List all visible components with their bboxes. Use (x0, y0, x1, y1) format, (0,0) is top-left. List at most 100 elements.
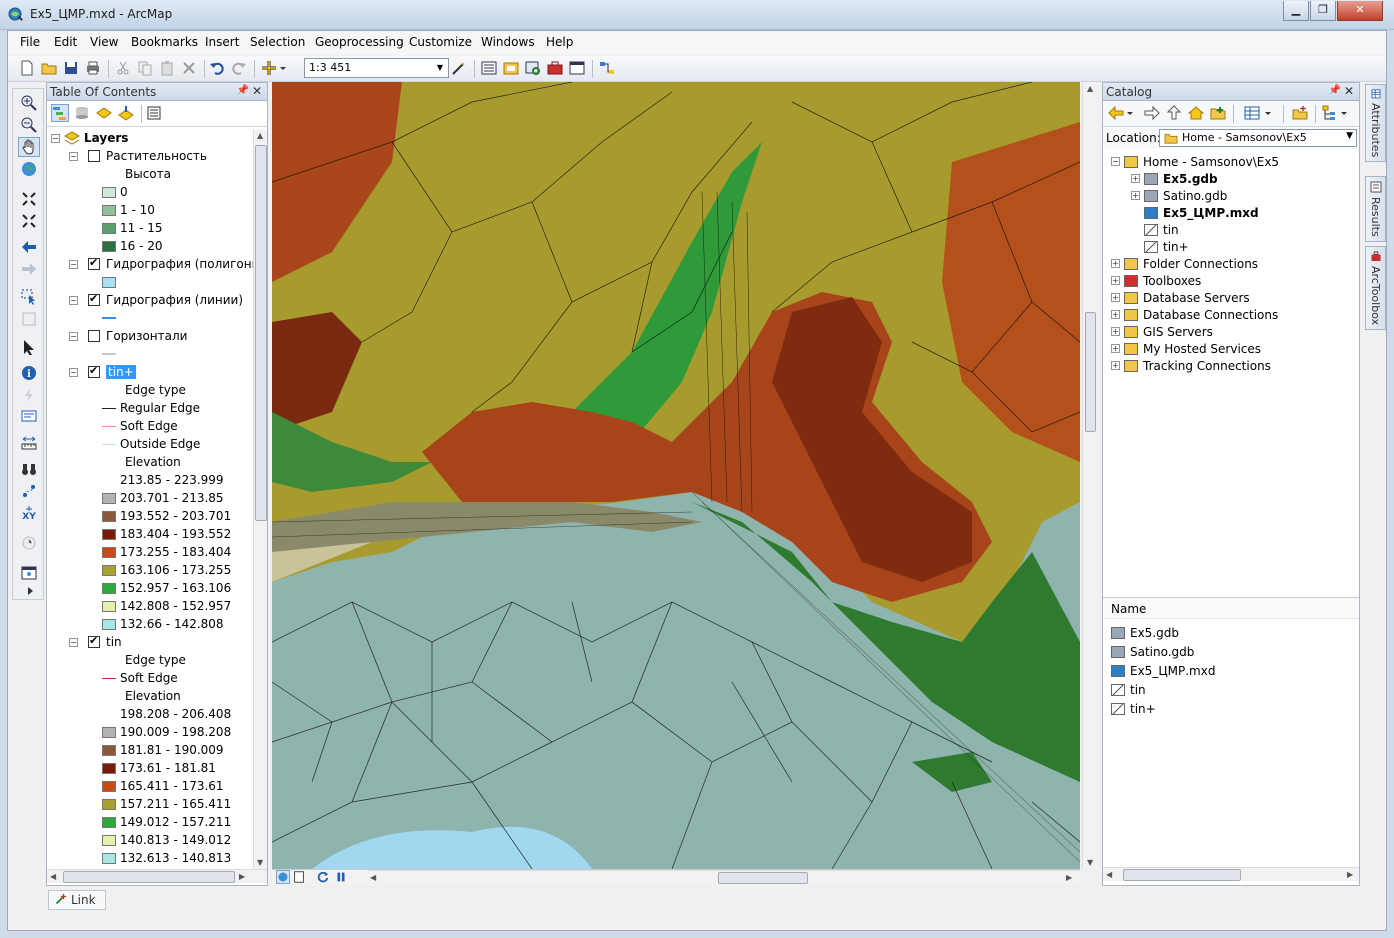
open-button[interactable] (40, 59, 58, 77)
tab-results[interactable]: Results (1365, 176, 1386, 242)
layer-visibility-checkbox[interactable] (88, 364, 100, 378)
location-combobox[interactable]: Home - Samsonov\Ex5 ▼ (1159, 129, 1357, 147)
layer-row[interactable]: − tin (47, 633, 122, 651)
collapse-icon[interactable]: − (69, 331, 78, 341)
new-item-button[interactable] (1291, 104, 1309, 122)
scroll-left-arrow-icon[interactable]: ◀ (50, 872, 56, 881)
collapse-icon[interactable]: − (69, 259, 78, 269)
scroll-down-arrow-icon[interactable]: ▼ (257, 858, 263, 867)
layer-row[interactable]: − Растительность (47, 147, 207, 165)
catalog-options-dropdown[interactable] (1339, 104, 1349, 122)
layout-view-button[interactable] (292, 870, 306, 884)
contents-list-item[interactable]: Ex5.gdb (1111, 624, 1179, 641)
python-window-button[interactable] (568, 59, 586, 77)
collapse-icon[interactable]: − (69, 295, 78, 305)
list-by-drawing-order-button[interactable] (51, 104, 69, 122)
measure-tool[interactable] (18, 433, 40, 453)
home-folder-button[interactable] (1187, 104, 1205, 122)
catalog-tree-item[interactable]: − Home - Samsonov\Ex5 (1111, 153, 1279, 170)
catalog-options-button[interactable] (1321, 104, 1339, 122)
zoom-out-tool[interactable] (18, 115, 40, 135)
cut-button[interactable] (114, 59, 132, 77)
collapse-icon[interactable]: − (69, 367, 78, 377)
catalog-horizontal-scrollbar[interactable]: ◀ ▶ (1103, 867, 1359, 881)
map-display[interactable] (272, 82, 1080, 869)
zoom-in-tool[interactable] (18, 93, 40, 113)
scroll-thumb[interactable] (63, 871, 235, 883)
collapse-icon[interactable]: − (51, 133, 60, 143)
hyperlink-tool[interactable] (18, 385, 40, 405)
tab-arctoolbox[interactable]: ArcToolbox (1365, 246, 1386, 330)
contents-column-header[interactable]: Name (1103, 597, 1359, 619)
forward-button[interactable] (1143, 104, 1161, 122)
catalog-tree-item[interactable]: + My Hosted Services (1111, 340, 1261, 357)
list-by-selection-button[interactable] (117, 104, 135, 122)
scroll-thumb[interactable] (1123, 869, 1241, 881)
new-document-button[interactable] (18, 59, 36, 77)
find-tool[interactable] (18, 459, 40, 479)
scroll-right-arrow-icon[interactable]: ▶ (1066, 873, 1072, 882)
menu-view[interactable]: View (90, 35, 118, 49)
toc-horizontal-scrollbar[interactable]: ◀ ▶ (47, 869, 267, 883)
search-window-button[interactable] (524, 59, 542, 77)
scroll-up-arrow-icon[interactable]: ▲ (257, 131, 263, 140)
map-vertical-scrollbar[interactable]: ▲ ▼ (1082, 82, 1098, 869)
link-button[interactable]: Link (48, 890, 106, 910)
collapse-icon[interactable]: − (69, 151, 78, 161)
connect-folder-button[interactable] (1209, 104, 1227, 122)
layer-row[interactable]: − Гидрография (полигоны) (47, 255, 255, 273)
catalog-tree-item[interactable]: + Database Connections (1111, 306, 1278, 323)
toolbar-overflow-chevron[interactable] (21, 585, 41, 597)
list-by-visibility-button[interactable] (95, 104, 113, 122)
catalog-tree-item[interactable]: + Tracking Connections (1111, 357, 1271, 374)
contents-list-item[interactable]: tin (1111, 681, 1146, 698)
chevron-down-icon[interactable]: ▼ (433, 60, 447, 76)
copy-button[interactable] (136, 59, 154, 77)
fixed-zoom-in-tool[interactable] (18, 189, 40, 209)
viewer-window-tool[interactable] (18, 563, 40, 583)
scroll-right-arrow-icon[interactable]: ▶ (239, 872, 245, 881)
menu-selection[interactable]: Selection (250, 35, 305, 49)
menu-file[interactable]: File (20, 35, 40, 49)
catalog-tree-item[interactable]: tin+ (1131, 238, 1189, 255)
map-horizontal-scrollbar[interactable]: ◀ ▶ (368, 870, 1080, 885)
html-popup-tool[interactable] (18, 407, 40, 427)
layer-row[interactable]: − Горизонтали (47, 327, 187, 345)
close-button[interactable]: ✕ (1337, 1, 1383, 21)
scroll-up-arrow-icon[interactable]: ▲ (1087, 84, 1093, 93)
scroll-left-arrow-icon[interactable]: ◀ (1106, 870, 1112, 879)
scroll-down-arrow-icon[interactable]: ▼ (1087, 858, 1093, 867)
toc-options-button[interactable] (145, 104, 163, 122)
find-route-tool[interactable] (18, 481, 40, 501)
up-one-level-button[interactable] (1165, 104, 1183, 122)
menu-customize[interactable]: Customize (409, 35, 472, 49)
expand-icon[interactable]: + (1111, 259, 1120, 268)
pin-icon[interactable]: 📌 (1329, 85, 1341, 96)
layer-row[interactable]: − tin+ (47, 363, 136, 381)
layer-visibility-checkbox[interactable] (88, 150, 100, 162)
go-forward-extent-tool[interactable] (18, 259, 40, 279)
contents-list-item[interactable]: tin+ (1111, 700, 1156, 717)
menu-geoprocessing[interactable]: Geoprocessing (315, 35, 404, 49)
catalog-tree-item[interactable]: + Database Servers (1111, 289, 1250, 306)
pan-tool[interactable] (18, 137, 40, 157)
close-icon[interactable]: ✕ (252, 84, 262, 98)
add-data-button[interactable] (260, 59, 278, 77)
back-dropdown[interactable] (1125, 104, 1135, 122)
modelbuilder-button[interactable] (598, 59, 616, 77)
catalog-tree-item[interactable]: + Toolboxes (1111, 272, 1201, 289)
catalog-tree-item[interactable]: tin (1131, 221, 1179, 238)
undo-button[interactable] (208, 59, 226, 77)
back-button[interactable] (1107, 104, 1125, 122)
catalog-tree-item[interactable]: + Folder Connections (1111, 255, 1258, 272)
identify-tool[interactable]: i (18, 363, 40, 383)
select-elements-tool[interactable] (18, 337, 40, 357)
menu-edit[interactable]: Edit (54, 35, 77, 49)
contents-list-item[interactable]: Ex5_ЦМР.mxd (1111, 662, 1215, 679)
chevron-down-icon[interactable]: ▼ (1346, 131, 1353, 141)
minimize-button[interactable]: ▁ (1283, 1, 1309, 21)
layer-visibility-checkbox[interactable] (88, 256, 100, 270)
layer-visibility-checkbox[interactable] (88, 292, 100, 306)
contents-list-item[interactable]: Satino.gdb (1111, 643, 1194, 660)
pin-icon[interactable]: 📌 (237, 85, 249, 96)
